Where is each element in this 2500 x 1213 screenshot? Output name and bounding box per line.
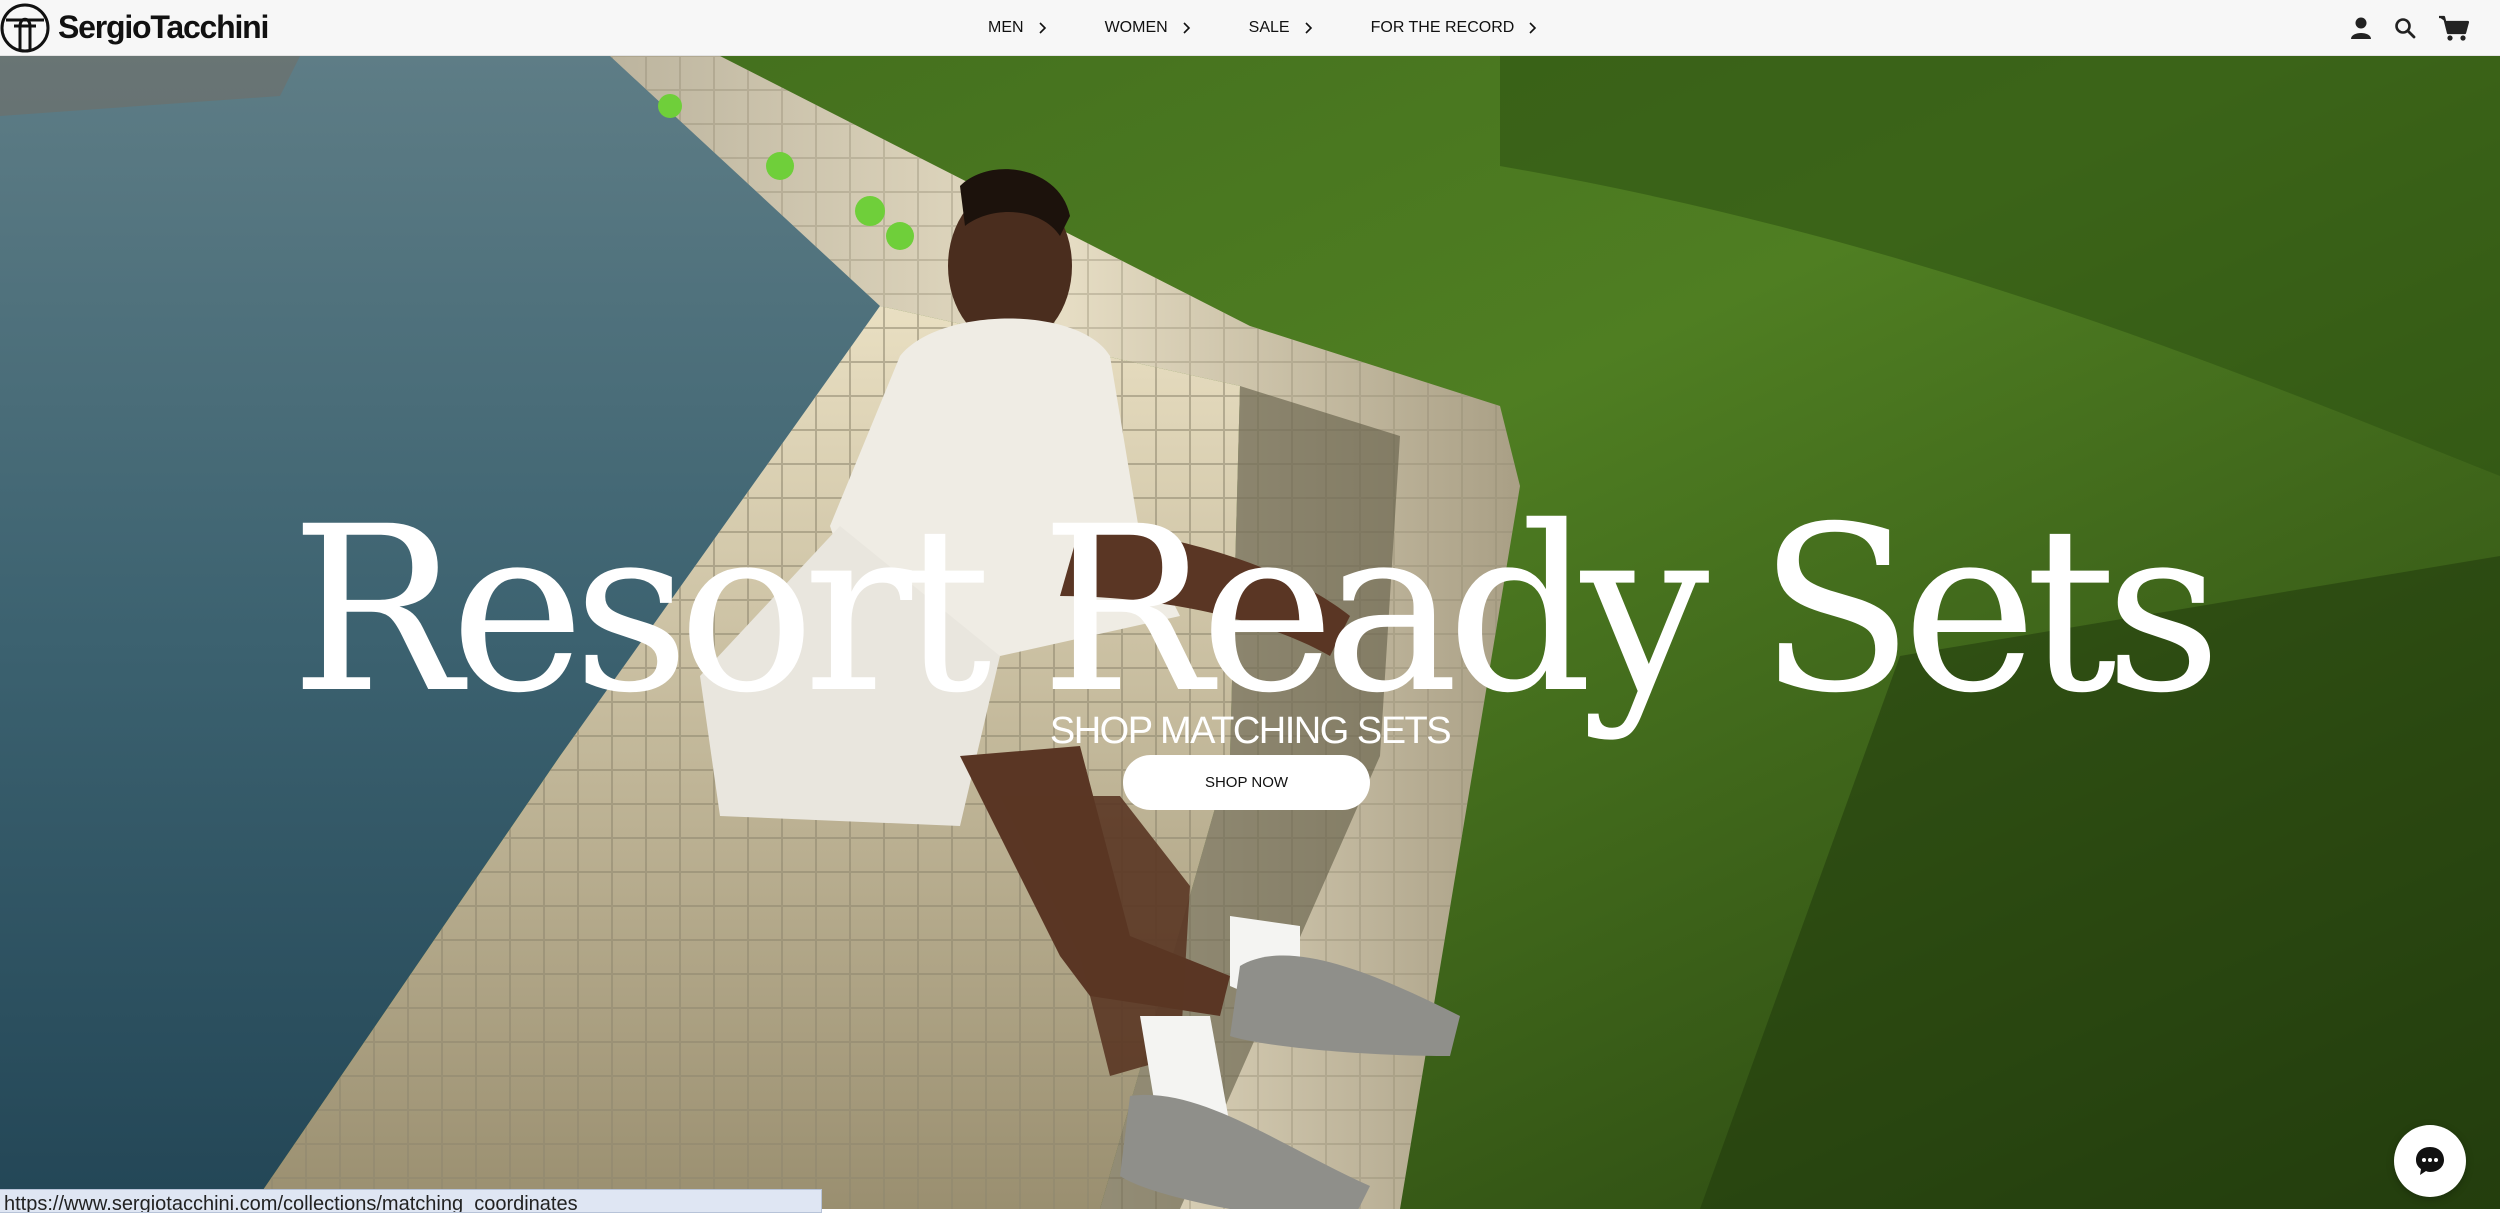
account-icon (2351, 17, 2371, 39)
nav-item-label: FOR THE RECORD (1370, 18, 1515, 36)
chevron-right-icon (1038, 21, 1046, 34)
sergio-tacchini-logo-icon (0, 3, 50, 52)
chevron-right-icon (1529, 21, 1537, 34)
nav-item-sale[interactable]: SALE (1249, 19, 1313, 37)
hero-title: Resort Ready Sets (290, 477, 2221, 743)
brand-name: SergioTacchini (58, 9, 269, 45)
search-icon (2395, 17, 2416, 38)
cart-icon (2439, 15, 2470, 41)
header-actions (2328, 0, 2470, 55)
nav-item-label: SALE (1248, 18, 1290, 36)
nav-item-men[interactable]: MEN (988, 19, 1047, 37)
hero-banner[interactable]: Resort Ready Sets SHOP MATCHING SETS SHO… (0, 56, 2500, 1209)
search-button[interactable] (2394, 17, 2416, 39)
nav-item-for-the-record[interactable]: FOR THE RECORD (1371, 19, 1538, 37)
hero-subtitle: SHOP MATCHING SETS (1049, 710, 1452, 752)
cart-button[interactable] (2438, 14, 2470, 42)
chevron-right-icon (1183, 21, 1190, 34)
nav-item-label: WOMEN (1104, 18, 1168, 36)
brand-logo[interactable]: SergioTacchini (0, 0, 269, 55)
link-preview-status: https://www.sergiotacchini.com/collectio… (0, 1189, 822, 1213)
chat-button[interactable] (2394, 1125, 2466, 1197)
chevron-right-icon (1305, 21, 1312, 34)
account-button[interactable] (2350, 16, 2372, 40)
nav-item-women[interactable]: WOMEN (1105, 19, 1191, 37)
site-header: SergioTacchini MEN WOMEN SALE FOR THE RE… (0, 0, 2500, 56)
nav-item-label: MEN (988, 18, 1024, 36)
chat-bubble-icon (2416, 1147, 2444, 1175)
shop-now-button[interactable]: SHOP NOW (1123, 755, 1370, 810)
main-nav: MEN WOMEN SALE FOR THE RECORD (988, 0, 1595, 55)
